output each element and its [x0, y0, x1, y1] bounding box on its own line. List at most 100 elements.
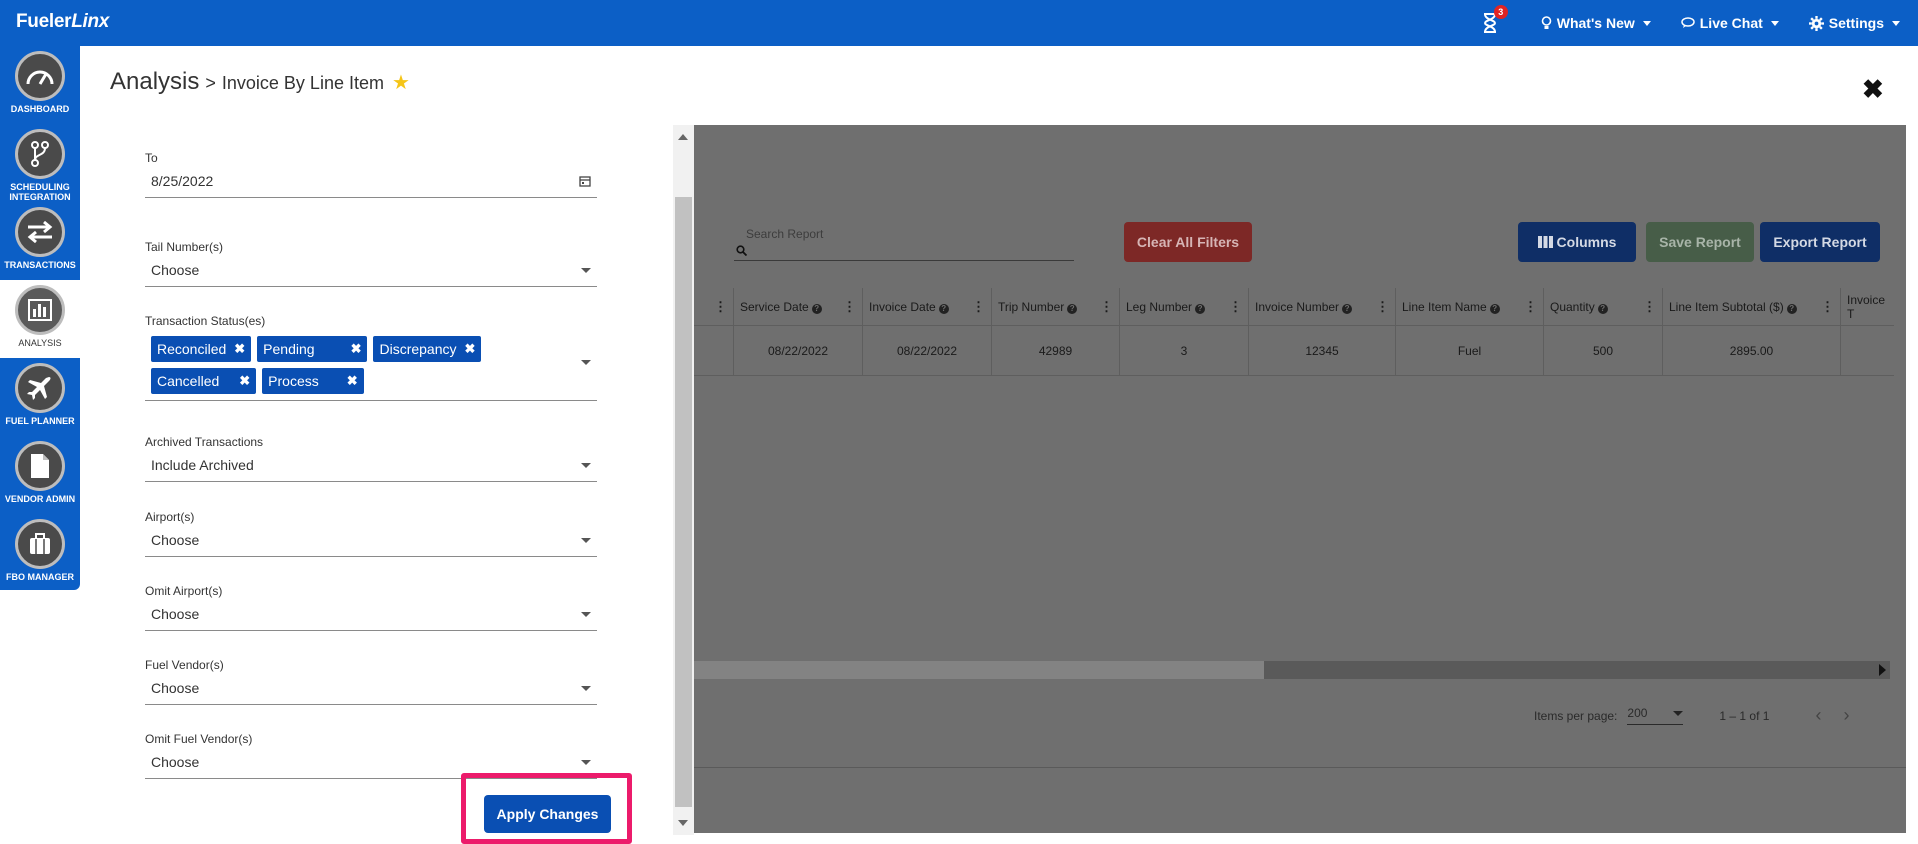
- apply-changes-button[interactable]: Apply Changes: [484, 795, 611, 833]
- save-report-button[interactable]: Save Report: [1646, 222, 1754, 262]
- table-header-row: ⋮ Service Date? ⋮ Invoice Date? ⋮ Trip Num…: [694, 288, 1894, 326]
- table-cell: 42989: [992, 326, 1120, 375]
- filter-panel-scrollbar[interactable]: [673, 125, 694, 835]
- column-menu-icon[interactable]: ⋮: [1376, 299, 1389, 315]
- column-menu-icon[interactable]: ⋮: [1229, 299, 1242, 315]
- export-report-button[interactable]: Export Report: [1760, 222, 1880, 262]
- sidebar-item-scheduling-integration[interactable]: SCHEDULING INTEGRATION: [0, 124, 80, 202]
- scrollbar-thumb[interactable]: [675, 197, 692, 807]
- notifications-button[interactable]: 3: [1479, 5, 1508, 35]
- chevron-down-icon: [581, 685, 591, 691]
- help-icon: ?: [1786, 303, 1797, 314]
- breadcrumb-analysis[interactable]: Analysis: [110, 68, 199, 96]
- column-header[interactable]: Trip Number? ⋮: [992, 288, 1120, 325]
- column-header[interactable]: Service Date? ⋮: [734, 288, 863, 325]
- column-menu-icon[interactable]: ⋮: [843, 299, 856, 315]
- transaction-status-select[interactable]: Reconciled ✖ Pending ✖ Discrepancy ✖ Cancel…: [145, 336, 597, 401]
- omit-airports-select[interactable]: Choose: [145, 606, 597, 631]
- sidebar-item-fbo-manager[interactable]: FBO MANAGER: [0, 514, 80, 592]
- scroll-right-arrow-icon[interactable]: [1879, 664, 1886, 676]
- branch-icon: [15, 129, 65, 179]
- column-header[interactable]: Line Item Subtotal ($)? ⋮: [1663, 288, 1841, 325]
- airports-select[interactable]: Choose: [145, 532, 597, 557]
- chevron-down-icon: [1770, 20, 1779, 26]
- column-header[interactable]: ⋮: [694, 288, 734, 325]
- calendar-icon[interactable]: [579, 175, 591, 187]
- status-chip-discrepancy: Discrepancy ✖: [373, 336, 482, 362]
- page-range: 1 – 1 of 1: [1719, 708, 1770, 723]
- help-icon: ?: [1342, 303, 1353, 314]
- columns-icon: [1537, 236, 1553, 248]
- horizontal-scrollbar[interactable]: [694, 661, 1890, 679]
- column-menu-icon[interactable]: ⋮: [1821, 299, 1834, 315]
- columns-button[interactable]: Columns: [1518, 222, 1636, 262]
- table-cell: 500: [1544, 326, 1663, 375]
- archived-transactions-select[interactable]: Include Archived: [145, 457, 597, 482]
- sidebar-item-transactions[interactable]: TRANSACTIONS: [0, 202, 80, 280]
- sidebar-item-dashboard[interactable]: DASHBOARD: [0, 46, 80, 124]
- remove-chip-icon[interactable]: ✖: [347, 373, 358, 389]
- help-icon: ?: [1489, 303, 1500, 314]
- table-cell: 2895.00: [1663, 326, 1841, 375]
- clear-all-filters-button[interactable]: Clear All Filters: [1124, 222, 1252, 262]
- sidebar-item-fuel-planner[interactable]: FUEL PLANNER: [0, 358, 80, 436]
- next-page-icon[interactable]: ›: [1843, 705, 1871, 725]
- airplane-icon: [15, 363, 65, 413]
- column-menu-icon[interactable]: ⋮: [1643, 299, 1656, 315]
- to-date-input[interactable]: 8/25/2022: [145, 173, 597, 198]
- chevron-down-icon: [581, 267, 591, 273]
- fuel-vendors-field: Fuel Vendor(s) Choose: [145, 658, 597, 705]
- table-cell: 12345: [1249, 326, 1396, 375]
- column-menu-icon[interactable]: ⋮: [972, 299, 985, 315]
- fuelerlinx-logo[interactable]: FuelerLinx: [16, 11, 109, 33]
- live-chat-menu[interactable]: Live Chat: [1681, 15, 1779, 31]
- previous-page-icon[interactable]: ‹: [1815, 705, 1843, 725]
- chat-bubble-icon: [1681, 17, 1695, 28]
- swap-arrows-icon: [15, 207, 65, 257]
- breadcrumb-separator: >: [205, 73, 216, 93]
- document-icon: [15, 441, 65, 491]
- column-header[interactable]: Line Item Name? ⋮: [1396, 288, 1544, 325]
- scrollbar-thumb[interactable]: [694, 661, 1264, 679]
- scroll-down-arrow-icon[interactable]: [678, 820, 688, 826]
- column-header[interactable]: Invoice T: [1841, 288, 1894, 325]
- lightbulb-icon: [1541, 15, 1552, 29]
- omit-airports-field: Omit Airport(s) Choose: [145, 584, 597, 631]
- dashboard-gauge-icon: [15, 51, 65, 101]
- remove-chip-icon[interactable]: ✖: [465, 341, 476, 357]
- column-menu-icon[interactable]: ⋮: [1100, 299, 1113, 315]
- column-menu-icon[interactable]: ⋮: [714, 299, 727, 315]
- settings-menu[interactable]: Settings: [1808, 15, 1900, 31]
- gear-icon: [1808, 15, 1824, 31]
- filter-panel: To 8/25/2022 Tail Number(s) Choose Trans…: [96, 125, 694, 835]
- tail-numbers-select[interactable]: Choose: [145, 262, 597, 287]
- column-header[interactable]: Invoice Number? ⋮: [1249, 288, 1396, 325]
- favorite-star-icon[interactable]: ★: [392, 70, 410, 95]
- table-cell: 3: [1120, 326, 1249, 375]
- chevron-down-icon: [581, 462, 591, 468]
- column-menu-icon[interactable]: ⋮: [1524, 299, 1537, 315]
- table-cell: 08/22/2022: [734, 326, 863, 375]
- fuel-vendors-select[interactable]: Choose: [145, 680, 597, 705]
- table-cell: [1841, 326, 1894, 375]
- table-row[interactable]: 08/22/2022 08/22/2022 42989 3 12345 Fuel…: [694, 326, 1894, 376]
- items-per-page-select[interactable]: 200: [1627, 706, 1684, 725]
- bar-chart-icon: [15, 285, 65, 335]
- column-header[interactable]: Leg Number? ⋮: [1120, 288, 1249, 325]
- column-header[interactable]: Invoice Date? ⋮: [863, 288, 992, 325]
- status-chip-process: Process ✖: [262, 368, 364, 394]
- remove-chip-icon[interactable]: ✖: [234, 341, 245, 357]
- search-report-input[interactable]: Search Report: [734, 225, 1074, 261]
- sidebar-item-vendor-admin[interactable]: VENDOR ADMIN: [0, 436, 80, 514]
- help-icon: ?: [1195, 303, 1206, 314]
- column-header[interactable]: Quantity? ⋮: [1544, 288, 1663, 325]
- whats-new-menu[interactable]: What's New: [1541, 15, 1651, 31]
- remove-chip-icon[interactable]: ✖: [239, 373, 250, 389]
- remove-chip-icon[interactable]: ✖: [351, 341, 362, 357]
- sidebar-item-analysis[interactable]: ANALYSIS: [0, 280, 80, 358]
- chevron-down-icon: [1673, 710, 1684, 716]
- scroll-up-arrow-icon[interactable]: [678, 134, 688, 140]
- chevron-down-icon: [581, 759, 591, 765]
- close-icon[interactable]: ✖: [1862, 74, 1884, 105]
- search-icon: [736, 245, 748, 259]
